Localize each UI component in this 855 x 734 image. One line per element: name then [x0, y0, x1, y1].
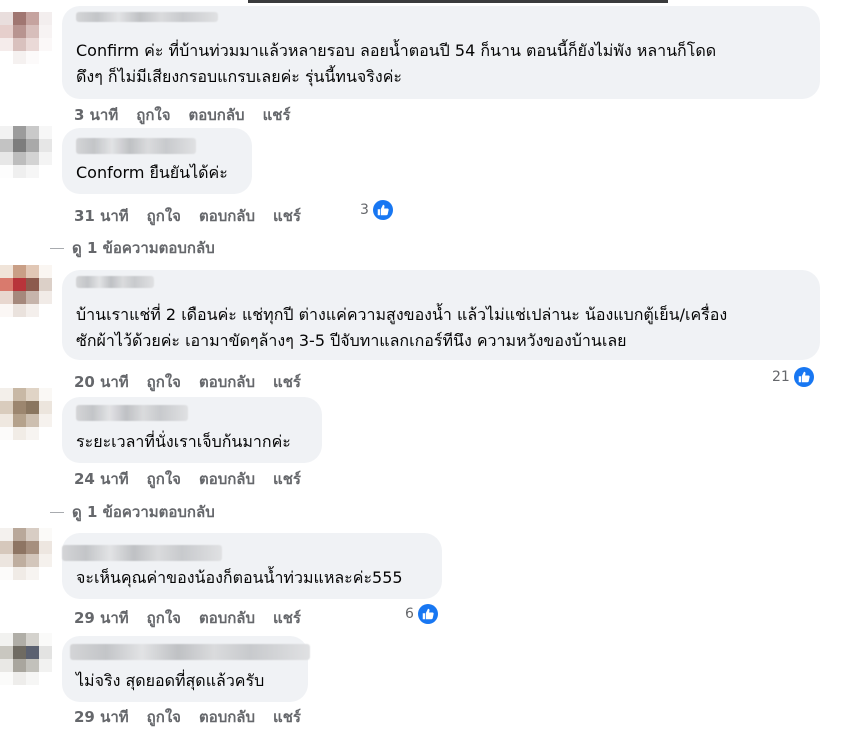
view-replies-link[interactable]: ดู 1 ข้อความตอบกลับ — [50, 500, 215, 524]
like-thumbs-up-icon — [417, 604, 438, 624]
commenter-name[interactable] — [70, 644, 310, 660]
reaction-summary[interactable]: 21 — [772, 367, 814, 387]
comment-actions: 29 นาที ถูกใจ ตอบกลับ แชร์ — [74, 705, 301, 729]
thread-connector — [50, 247, 64, 249]
comment-bubble: จะเห็นคุณค่าของน้องก็ตอนน้ำท่วมแหละค่ะ55… — [62, 533, 442, 599]
comment-bubble: บ้านเราแช่ที่ 2 เดือนค่ะ แช่ทุกปี ต่างแค… — [62, 270, 820, 360]
like-button[interactable]: ถูกใจ — [136, 103, 170, 127]
reply-button[interactable]: ตอบกลับ — [199, 606, 255, 630]
comment-text: ซักผ้าไว้ด้วยค่ะ เอามาขัดๆล้างๆ 3-5 ปีจั… — [76, 331, 627, 350]
reply-button[interactable]: ตอบกลับ — [199, 467, 255, 491]
avatar[interactable] — [0, 633, 52, 685]
avatar[interactable] — [0, 12, 52, 64]
reaction-count: 3 — [360, 202, 369, 218]
reply-button[interactable]: ตอบกลับ — [199, 705, 255, 729]
reply-button[interactable]: ตอบกลับ — [199, 370, 255, 394]
timestamp-link[interactable]: 24 นาที — [74, 467, 129, 491]
like-button[interactable]: ถูกใจ — [147, 705, 181, 729]
top-divider — [248, 0, 668, 3]
like-thumbs-up-icon — [372, 200, 393, 220]
like-button[interactable]: ถูกใจ — [147, 204, 181, 228]
comment-bubble: ไม่จริง สุดยอดที่สุดแล้วครับ — [62, 636, 310, 702]
comment-bubble: Conform ยืนยันได้ค่ะ — [62, 128, 252, 194]
commenter-name[interactable] — [76, 276, 154, 288]
comment-actions: 31 นาที ถูกใจ ตอบกลับ แชร์ — [74, 204, 301, 228]
reply-button[interactable]: ตอบกลับ — [199, 204, 255, 228]
commenter-name[interactable] — [76, 405, 188, 421]
view-replies-label[interactable]: ดู 1 ข้อความตอบกลับ — [72, 236, 215, 260]
thread-connector — [50, 511, 64, 513]
comment-bubble: ระยะเวลาที่นั่งเราเจ็บก้นมากค่ะ — [62, 397, 322, 463]
view-replies-label[interactable]: ดู 1 ข้อความตอบกลับ — [72, 500, 215, 524]
view-replies-link[interactable]: ดู 1 ข้อความตอบกลับ — [50, 236, 215, 260]
timestamp-link[interactable]: 29 นาที — [74, 606, 129, 630]
commenter-name[interactable] — [62, 545, 222, 561]
comment-text: Confirm ค่ะ ที่บ้านท่วมมาแล้วหลายรอบ ลอย… — [76, 41, 717, 60]
commenter-name[interactable] — [76, 12, 218, 22]
comment-text: บ้านเราแช่ที่ 2 เดือนค่ะ แช่ทุกปี ต่างแค… — [76, 305, 728, 324]
comment-text: ไม่จริง สุดยอดที่สุดแล้วครับ — [76, 671, 265, 690]
timestamp-link[interactable]: 3 นาที — [74, 103, 118, 127]
like-button[interactable]: ถูกใจ — [147, 370, 181, 394]
comment-text: จะเห็นคุณค่าของน้องก็ตอนน้ำท่วมแหละค่ะ55… — [76, 568, 403, 587]
avatar[interactable] — [0, 528, 52, 580]
comment-bubble: Confirm ค่ะ ที่บ้านท่วมมาแล้วหลายรอบ ลอย… — [62, 6, 820, 99]
reaction-count: 6 — [405, 606, 414, 622]
comment-actions: 3 นาที ถูกใจ ตอบกลับ แชร์ — [74, 103, 291, 127]
avatar[interactable] — [0, 126, 52, 178]
like-button[interactable]: ถูกใจ — [147, 606, 181, 630]
reaction-summary[interactable]: 6 — [405, 604, 438, 624]
share-button[interactable]: แชร์ — [273, 705, 301, 729]
timestamp-link[interactable]: 31 นาที — [74, 204, 129, 228]
share-button[interactable]: แชร์ — [273, 606, 301, 630]
comment-text: Conform ยืนยันได้ค่ะ — [76, 163, 228, 182]
share-button[interactable]: แชร์ — [273, 467, 301, 491]
comment-text: ระยะเวลาที่นั่งเราเจ็บก้นมากค่ะ — [76, 432, 291, 451]
timestamp-link[interactable]: 29 นาที — [74, 705, 129, 729]
avatar[interactable] — [0, 388, 52, 440]
reaction-summary[interactable]: 3 — [360, 200, 393, 220]
comment-actions: 20 นาที ถูกใจ ตอบกลับ แชร์ — [74, 370, 301, 394]
share-button[interactable]: แชร์ — [263, 103, 291, 127]
reaction-count: 21 — [772, 369, 790, 385]
share-button[interactable]: แชร์ — [273, 204, 301, 228]
timestamp-link[interactable]: 20 นาที — [74, 370, 129, 394]
comment-actions: 29 นาที ถูกใจ ตอบกลับ แชร์ — [74, 606, 301, 630]
reply-button[interactable]: ตอบกลับ — [189, 103, 245, 127]
comment-text: ดึงๆ ก็ไม่มีเสียงกรอบแกรบเลยค่ะ รุ่นนี้ท… — [76, 67, 402, 86]
comment-actions: 24 นาที ถูกใจ ตอบกลับ แชร์ — [74, 467, 301, 491]
like-thumbs-up-icon — [793, 367, 814, 387]
commenter-name[interactable] — [76, 138, 196, 154]
share-button[interactable]: แชร์ — [273, 370, 301, 394]
like-button[interactable]: ถูกใจ — [147, 467, 181, 491]
comments-panel: Confirm ค่ะ ที่บ้านท่วมมาแล้วหลายรอบ ลอย… — [0, 0, 855, 734]
avatar[interactable] — [0, 265, 52, 317]
